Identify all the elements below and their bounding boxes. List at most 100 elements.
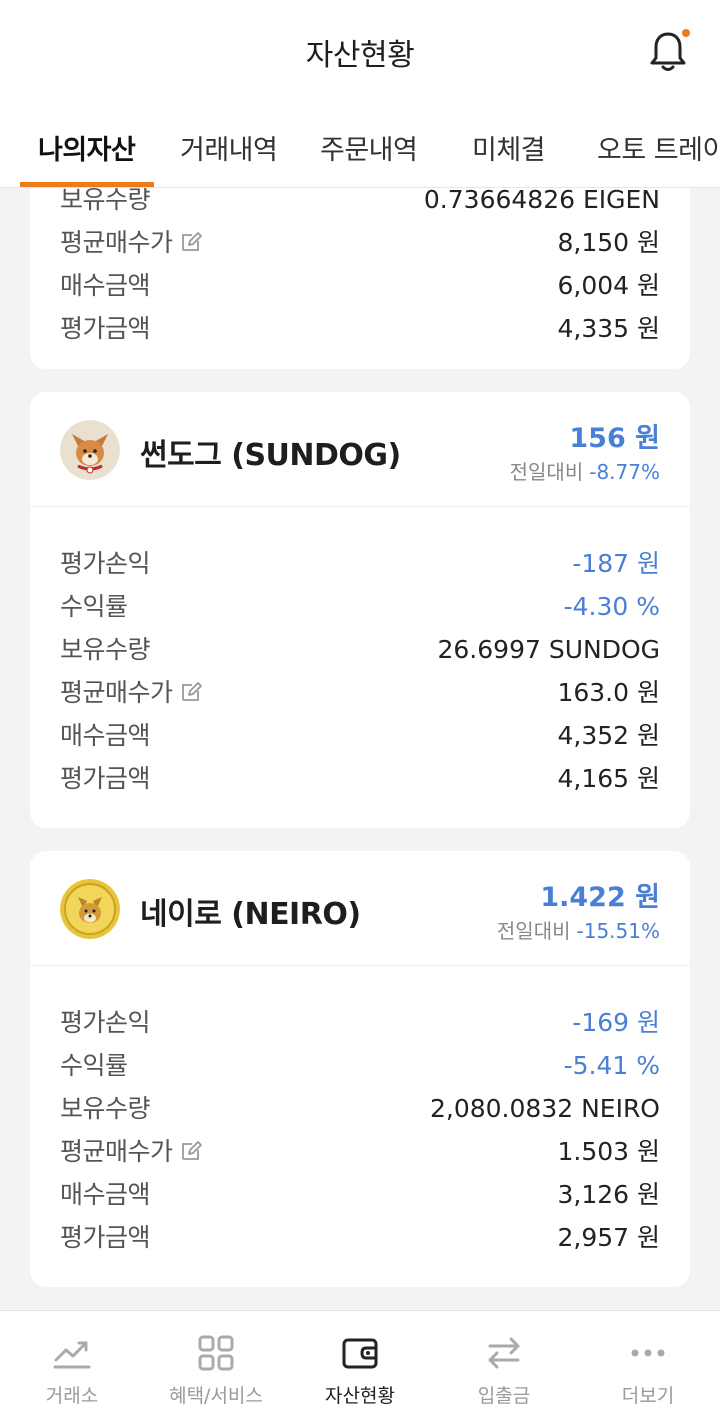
change-label: 전일대비 [509,460,584,484]
row-label: 평균매수가 [60,678,173,707]
row-buy-amount: 매수금액 3,126 원 [60,1175,660,1215]
nav-label: 자산현황 [325,1385,395,1407]
more-icon [631,1349,665,1357]
coin-name: 썬도그 (SUNDOG) [140,438,401,473]
nav-assets[interactable]: 자산현황 [288,1311,432,1419]
row-label: 보유수량 [60,1094,151,1123]
edit-icon[interactable] [179,680,203,704]
row-label: 수익률 [60,1051,128,1080]
asset-tabs: 나의자산 거래내역 주문내역 미체결 오토 트레이 [0,100,720,188]
row-label-wrap: 평균매수가 [60,673,203,713]
row-value: -5.41 % [563,1051,660,1080]
coin-header[interactable]: 네이로 (NEIRO) 1.422 원 전일대비 -15.51% [30,851,690,966]
row-label: 평균매수가 [60,1137,173,1166]
row-label: 평가금액 [60,1223,151,1252]
asset-card-sundog[interactable]: 썬도그 (SUNDOG) 156 원 전일대비 -8.77% 평가손익 -187 … [30,392,690,828]
row-holding-qty: 보유수량 26.6997 SUNDOG [60,630,660,670]
row-label: 보유수량 [60,188,151,214]
row-value: 8,150 원 [557,228,660,257]
row-value: 163.0 원 [557,678,660,707]
edit-icon[interactable] [179,1139,203,1163]
coin-name: 네이로 (NEIRO) [140,897,361,932]
asset-list[interactable]: 보유수량 0.73664826 EIGEN 평균매수가 8,150 원 매수금액… [0,188,720,1310]
row-value: 2,080.0832 NEIRO [429,1094,660,1123]
row-label: 평가손익 [60,549,151,578]
row-label: 보유수량 [60,635,151,664]
row-pnl: 평가손익 -169 원 [60,1003,660,1043]
tab-trade-history[interactable]: 거래내역 [180,128,278,167]
row-eval-amount: 평가금액 4,335 원 [60,309,660,349]
nav-label: 입출금 [477,1385,531,1407]
change-percent: -15.51% [576,919,660,943]
row-label: 수익률 [60,592,128,621]
tab-my-assets[interactable]: 나의자산 [38,128,136,167]
row-value: 0.73664826 EIGEN [423,188,660,214]
row-buy-amount: 매수금액 4,352 원 [60,716,660,756]
nav-exchange[interactable]: 거래소 [0,1311,144,1419]
grid-icon [198,1335,234,1371]
nav-label: 더보기 [621,1385,675,1407]
app-header: 자산현황 [0,0,720,100]
row-avg-price: 평균매수가 1.503 원 [60,1132,660,1172]
row-label: 평가손익 [60,1008,151,1037]
row-label: 평균매수가 [60,228,173,257]
row-label-wrap: 평균매수가 [60,1132,203,1172]
row-holding-qty: 보유수량 0.73664826 EIGEN [60,188,660,220]
row-label: 평가금액 [60,764,151,793]
row-value: 3,126 원 [557,1180,660,1209]
row-label: 평가금액 [60,314,151,343]
coin-price: 156 원 [569,423,660,454]
chart-icon [53,1341,91,1369]
notification-button[interactable] [648,29,690,74]
notification-badge [682,29,690,37]
row-value: -187 원 [572,549,660,578]
row-pnl: 평가손익 -187 원 [60,544,660,584]
row-value: 1.503 원 [557,1137,660,1166]
row-return-rate: 수익률 -5.41 % [60,1046,660,1086]
row-value: 2,957 원 [557,1223,660,1252]
row-label: 매수금액 [60,721,151,750]
nav-label: 혜택/서비스 [169,1385,263,1407]
coin-change: 전일대비 -15.51% [497,915,660,944]
row-value: 4,165 원 [557,764,660,793]
nav-label: 거래소 [45,1385,99,1407]
sundog-logo [60,420,120,480]
tab-unfilled[interactable]: 미체결 [472,128,546,167]
nav-benefits[interactable]: 혜택/서비스 [144,1311,288,1419]
bottom-nav: 거래소 혜택/서비스 자산현황 입출금 더보기 [0,1310,720,1419]
row-eval-amount: 평가금액 2,957 원 [60,1218,660,1258]
asset-card-neiro[interactable]: 네이로 (NEIRO) 1.422 원 전일대비 -15.51% 평가손익 -16… [30,851,690,1287]
row-value: -169 원 [572,1008,660,1037]
row-avg-price: 평균매수가 163.0 원 [60,673,660,713]
row-value: 4,335 원 [557,314,660,343]
edit-icon[interactable] [179,230,203,254]
coin-header[interactable]: 썬도그 (SUNDOG) 156 원 전일대비 -8.77% [30,392,690,507]
change-label: 전일대비 [496,919,571,943]
row-value: 4,352 원 [557,721,660,750]
bell-icon [650,32,686,71]
page-title: 자산현황 [305,38,415,73]
tab-auto-trade[interactable]: 오토 트레이 [597,128,720,167]
row-return-rate: 수익률 -4.30 % [60,587,660,627]
row-holding-qty: 보유수량 2,080.0832 NEIRO [60,1089,660,1129]
coin-change: 전일대비 -8.77% [510,456,660,485]
active-tab-indicator [20,182,154,187]
tab-order-history[interactable]: 주문내역 [320,128,418,167]
asset-card-eigen: 보유수량 0.73664826 EIGEN 평균매수가 8,150 원 매수금액… [30,188,690,369]
row-value: 6,004 원 [557,271,660,300]
coin-price: 1.422 원 [540,882,660,913]
row-label: 매수금액 [60,271,151,300]
row-label: 매수금액 [60,1180,151,1209]
row-avg-price: 평균매수가 8,150 원 [60,223,660,263]
transfer-icon [488,1337,520,1369]
row-buy-amount: 매수금액 6,004 원 [60,266,660,306]
wallet-icon [342,1338,378,1369]
row-value: -4.30 % [563,592,660,621]
row-value: 26.6997 SUNDOG [437,635,661,664]
row-eval-amount: 평가금액 4,165 원 [60,759,660,799]
nav-more[interactable]: 더보기 [576,1311,720,1419]
row-label-wrap: 평균매수가 [60,223,203,263]
neiro-logo [60,879,120,939]
nav-deposit-withdraw[interactable]: 입출금 [432,1311,576,1419]
change-percent: -8.77% [589,460,660,484]
